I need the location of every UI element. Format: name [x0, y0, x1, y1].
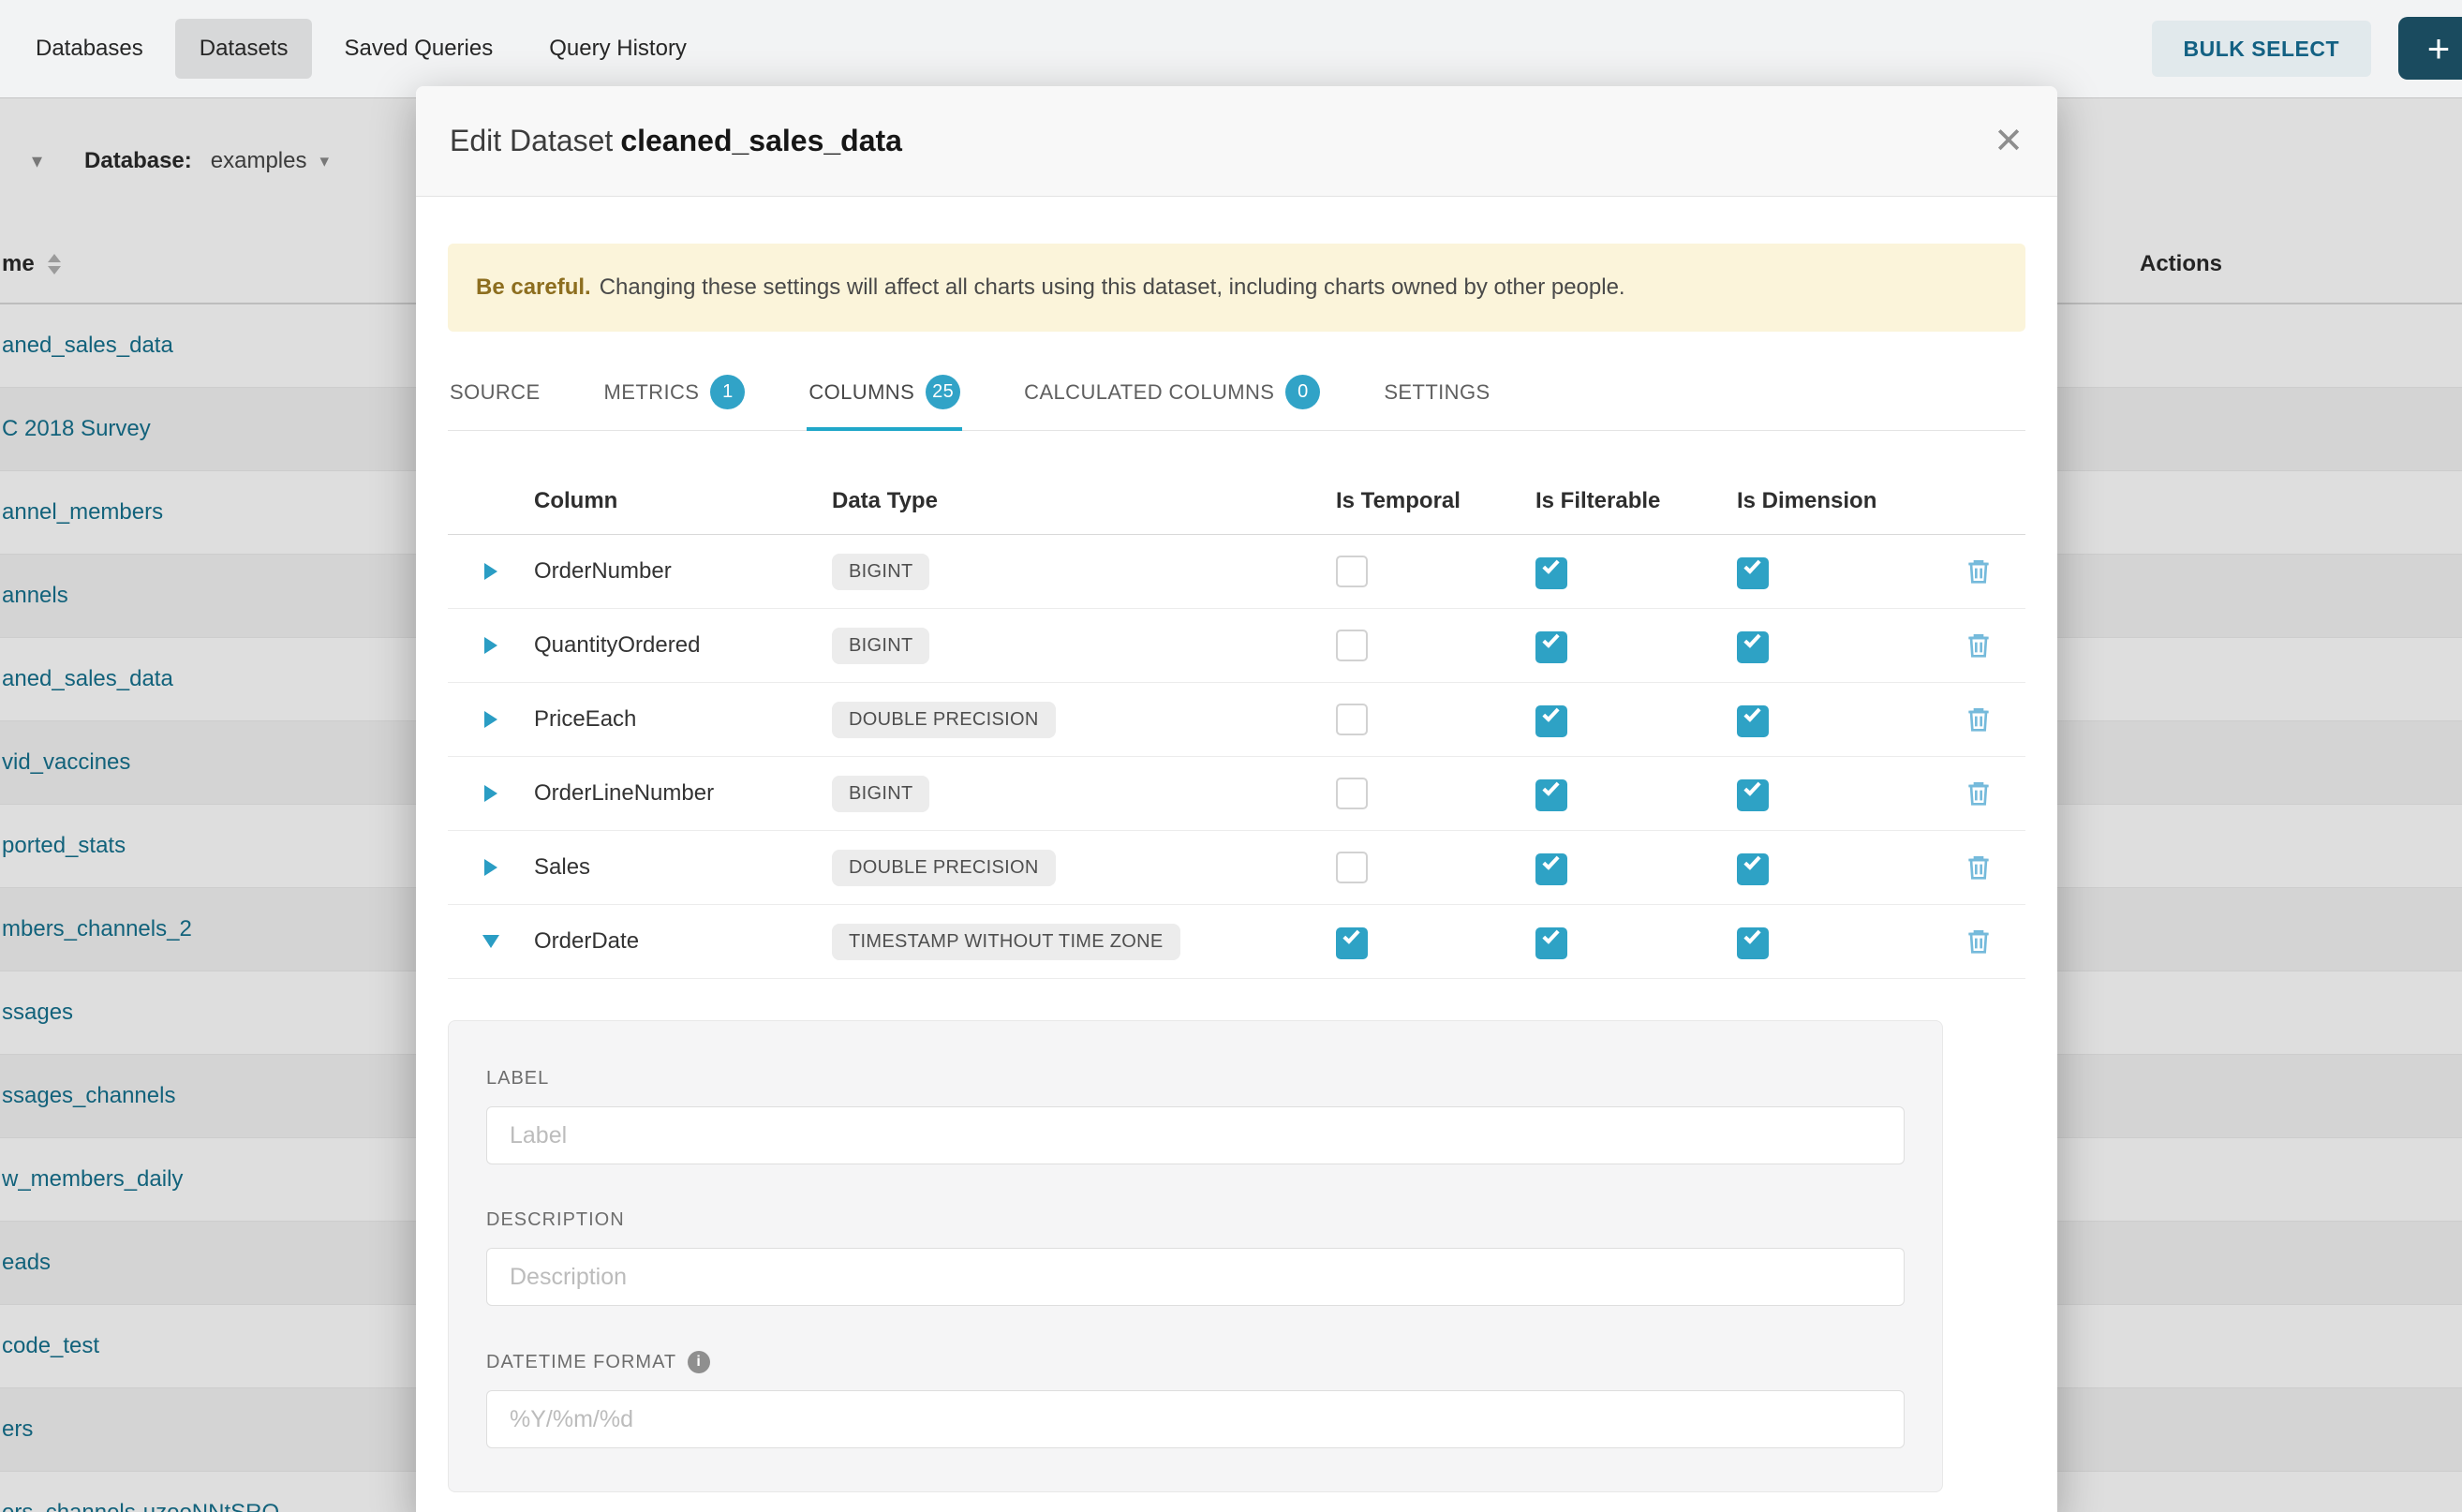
- tab-settings[interactable]: SETTINGS: [1382, 360, 1491, 430]
- add-dataset-button[interactable]: +: [2398, 17, 2462, 80]
- tab-badge: 25: [926, 375, 960, 409]
- is-temporal-checkbox[interactable]: [1336, 704, 1368, 735]
- is-temporal-checkbox[interactable]: [1336, 630, 1368, 661]
- delete-icon[interactable]: [1964, 630, 1994, 660]
- tab-columns[interactable]: COLUMNS25: [807, 360, 962, 430]
- tab-source[interactable]: SOURCE: [448, 360, 542, 430]
- column-row-ordernumber: OrderNumber BIGINT: [448, 535, 2025, 609]
- bulk-select-button[interactable]: BULK SELECT: [2152, 21, 2372, 77]
- data-type-pill: TIMESTAMP WITHOUT TIME ZONE: [832, 924, 1180, 960]
- nav-item-datasets[interactable]: Datasets: [175, 19, 313, 79]
- column-editor-panel: LABEL DESCRIPTION DATETIME FORMAT i: [448, 1020, 1943, 1492]
- is-temporal-checkbox[interactable]: [1336, 556, 1368, 587]
- top-navigation: Databases Datasets Saved Queries Query H…: [0, 0, 2462, 97]
- warning-text: Changing these settings will affect all …: [600, 274, 1625, 301]
- is-dimension-checkbox[interactable]: [1737, 557, 1769, 589]
- data-type-pill: BIGINT: [832, 554, 929, 590]
- tab-bar: SOURCE METRICS1 COLUMNS25 CALCULATED COL…: [448, 360, 2025, 431]
- delete-icon[interactable]: [1964, 556, 1994, 586]
- delete-icon[interactable]: [1964, 852, 1994, 882]
- description-field: DESCRIPTION: [486, 1209, 1905, 1306]
- nav-item-query-history[interactable]: Query History: [525, 19, 711, 79]
- modal-header: Edit Datasetcleaned_sales_data ✕: [416, 86, 2057, 197]
- dataset-name: cleaned_sales_data: [620, 124, 902, 157]
- warning-banner: Be careful. Changing these settings will …: [448, 244, 2025, 332]
- column-row-sales: Sales DOUBLE PRECISION: [448, 831, 2025, 905]
- data-type-pill: BIGINT: [832, 628, 929, 664]
- is-filterable-checkbox[interactable]: [1535, 927, 1567, 959]
- is-filterable-checkbox[interactable]: [1535, 557, 1567, 589]
- is-dimension-checkbox[interactable]: [1737, 927, 1769, 959]
- expand-caret-icon[interactable]: [484, 785, 497, 802]
- data-type-pill: DOUBLE PRECISION: [832, 850, 1056, 886]
- datetime-format-input[interactable]: [486, 1390, 1905, 1448]
- delete-icon[interactable]: [1964, 926, 1994, 956]
- column-row-orderlinenumber: OrderLineNumber BIGINT: [448, 757, 2025, 831]
- is-filterable-checkbox[interactable]: [1535, 631, 1567, 663]
- is-dimension-checkbox[interactable]: [1737, 779, 1769, 811]
- is-filterable-checkbox[interactable]: [1535, 853, 1567, 885]
- modal-title: Edit Datasetcleaned_sales_data: [450, 124, 902, 158]
- label-field: LABEL: [486, 1068, 1905, 1164]
- column-row-priceeach: PriceEach DOUBLE PRECISION: [448, 683, 2025, 757]
- tab-badge: 1: [710, 375, 745, 409]
- datetime-format-field: DATETIME FORMAT i: [486, 1351, 1905, 1448]
- is-dimension-checkbox[interactable]: [1737, 705, 1769, 737]
- data-type-pill: DOUBLE PRECISION: [832, 702, 1056, 738]
- expand-caret-icon[interactable]: [484, 637, 497, 654]
- is-temporal-checkbox[interactable]: [1336, 852, 1368, 883]
- expand-caret-icon[interactable]: [484, 563, 497, 580]
- column-row-orderdate: OrderDate TIMESTAMP WITHOUT TIME ZONE: [448, 905, 2025, 979]
- delete-icon[interactable]: [1964, 778, 1994, 808]
- tab-badge: 0: [1285, 375, 1320, 409]
- collapse-caret-icon[interactable]: [482, 935, 499, 948]
- column-row-quantityordered: QuantityOrdered BIGINT: [448, 609, 2025, 683]
- columns-table-header: Column Data Type Is Temporal Is Filterab…: [448, 468, 2025, 535]
- is-filterable-checkbox[interactable]: [1535, 705, 1567, 737]
- edit-dataset-modal: Edit Datasetcleaned_sales_data ✕ Be care…: [416, 86, 2057, 1512]
- modal-body: Be careful. Changing these settings will …: [416, 197, 2057, 1492]
- tab-metrics[interactable]: METRICS1: [602, 360, 748, 430]
- warning-bold-text: Be careful.: [476, 274, 591, 301]
- is-dimension-checkbox[interactable]: [1737, 631, 1769, 663]
- columns-table: Column Data Type Is Temporal Is Filterab…: [448, 468, 2025, 979]
- is-dimension-checkbox[interactable]: [1737, 853, 1769, 885]
- nav-item-saved-queries[interactable]: Saved Queries: [319, 19, 517, 79]
- is-temporal-checkbox[interactable]: [1336, 927, 1368, 959]
- delete-icon[interactable]: [1964, 704, 1994, 734]
- close-icon[interactable]: ✕: [1994, 124, 2024, 159]
- nav-item-databases[interactable]: Databases: [11, 19, 168, 79]
- is-temporal-checkbox[interactable]: [1336, 778, 1368, 809]
- tab-calculated-columns[interactable]: CALCULATED COLUMNS0: [1022, 360, 1322, 430]
- expand-caret-icon[interactable]: [484, 859, 497, 876]
- is-filterable-checkbox[interactable]: [1535, 779, 1567, 811]
- info-icon: i: [688, 1351, 710, 1373]
- label-input[interactable]: [486, 1106, 1905, 1164]
- expand-caret-icon[interactable]: [484, 711, 497, 728]
- data-type-pill: BIGINT: [832, 776, 929, 812]
- description-input[interactable]: [486, 1248, 1905, 1306]
